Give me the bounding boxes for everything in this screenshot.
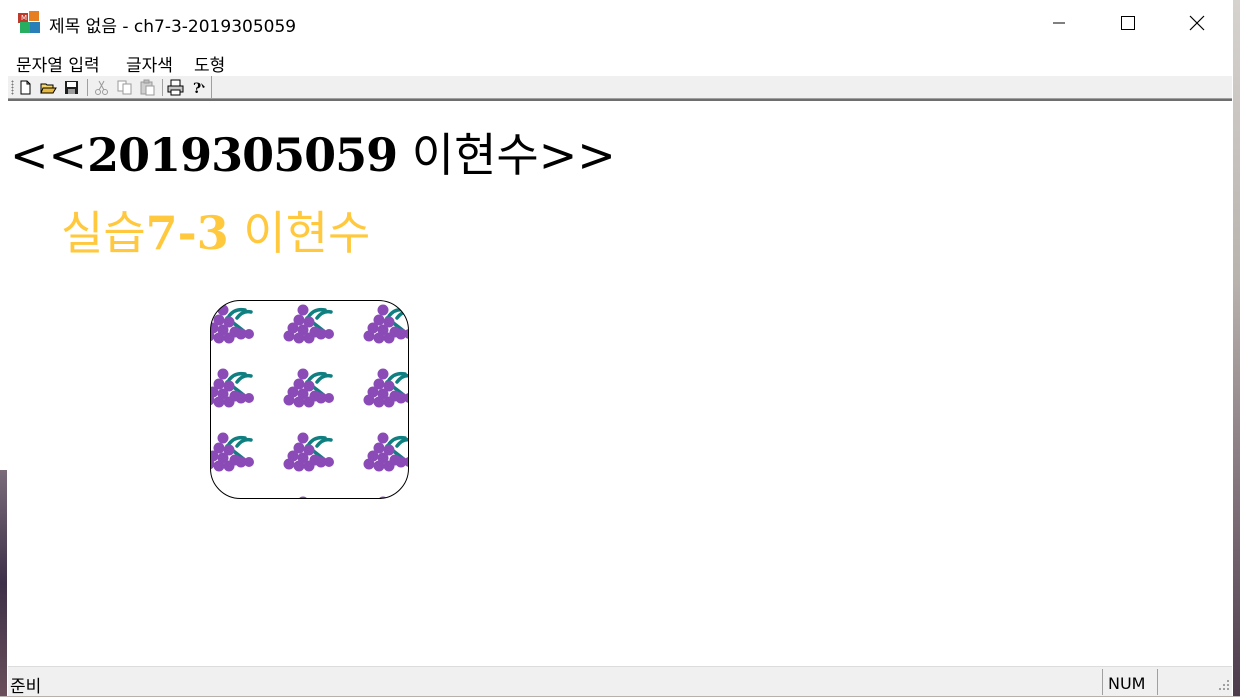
maximize-icon [1120, 16, 1135, 30]
menu-shape[interactable]: 도형 [194, 51, 225, 76]
window-title: 제목 없음 - ch7-3-2019305059 [49, 17, 297, 37]
paste-icon[interactable] [139, 79, 156, 96]
desktop-edge [0, 470, 7, 696]
status-text: 준비 [10, 677, 42, 697]
heading-prefix: << [10, 128, 88, 182]
toolbar-grip[interactable] [11, 80, 14, 95]
num-lock-indicator: NUM [1108, 674, 1146, 693]
toolbar-separator [162, 79, 163, 96]
client-area[interactable]: <<2019305059 이현수>> 실습7-3 이현수 [8, 101, 1232, 666]
lab-heading: 실습7-3 이현수 [61, 201, 370, 265]
menu-bar: 문자열 입력 글자색 도형 [0, 46, 1233, 76]
minimize-icon [1052, 22, 1065, 24]
desktop-edge [1233, 0, 1240, 696]
toolbar-separator [87, 79, 88, 96]
cut-icon[interactable] [93, 79, 110, 96]
open-folder-icon[interactable] [40, 79, 57, 96]
help-icon[interactable]: ? [190, 79, 207, 96]
mfc-app-icon: M [18, 11, 40, 33]
grape-pattern-shape [210, 300, 409, 499]
minimize-button[interactable] [1024, 0, 1093, 46]
close-button[interactable] [1162, 0, 1231, 46]
lab-number: 7-3 [145, 206, 229, 260]
student-id: 2019305059 [87, 128, 398, 182]
heading-suffix: >> [538, 128, 616, 182]
status-pane-scrl [1157, 669, 1212, 695]
print-icon[interactable] [167, 79, 184, 96]
menu-text-color[interactable]: 글자색 [126, 51, 173, 76]
lab-name: 이현수 [228, 206, 371, 260]
save-icon[interactable] [63, 79, 80, 96]
app-window: M 제목 없음 - ch7-3-2019305059 문자열 입력 글자색 도형 [0, 0, 1234, 697]
menu-string-input[interactable]: 문자열 입력 [16, 51, 100, 76]
svg-text:M: M [21, 14, 27, 22]
status-bar: 준비 NUM [8, 666, 1232, 697]
student-name: 이현수 [397, 128, 539, 182]
copy-icon[interactable] [116, 79, 133, 96]
toolbar: ? [8, 75, 1232, 99]
svg-text:?: ? [193, 81, 201, 96]
new-file-icon[interactable] [17, 79, 34, 96]
title-bar[interactable]: M 제목 없음 - ch7-3-2019305059 [0, 0, 1233, 46]
student-heading: <<2019305059 이현수>> [10, 123, 616, 187]
lab-label: 실습 [61, 206, 146, 260]
close-icon [1189, 15, 1204, 31]
resize-grip-icon[interactable] [1216, 677, 1230, 691]
maximize-button[interactable] [1093, 0, 1162, 46]
